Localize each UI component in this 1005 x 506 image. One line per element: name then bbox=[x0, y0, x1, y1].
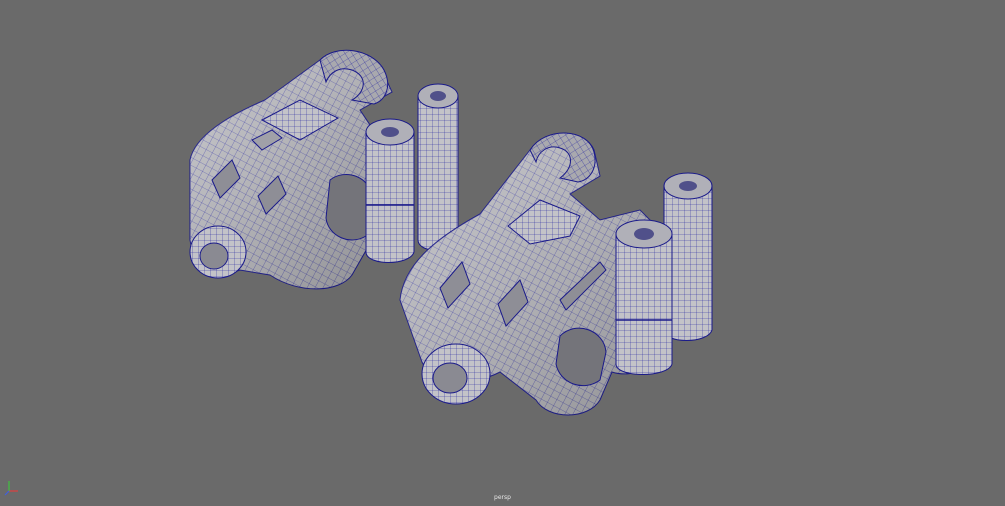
right-cylinder-back-hole bbox=[679, 181, 697, 191]
left-cylinder-front bbox=[365, 131, 415, 263]
left-front-bore bbox=[199, 242, 229, 270]
camera-name-label: persp bbox=[494, 494, 511, 501]
left-clevis-gap bbox=[325, 174, 373, 241]
left-cylinder-back bbox=[417, 95, 459, 251]
right-front-bore bbox=[432, 362, 468, 394]
left-cylinder-front-hole bbox=[381, 127, 399, 137]
right-cylinder-front-hole bbox=[634, 228, 654, 240]
left-cylinder-back-hole bbox=[430, 91, 446, 101]
right-clevis-gap bbox=[555, 327, 607, 387]
perspective-viewport[interactable]: persp bbox=[0, 0, 1005, 506]
right-cylinder-front bbox=[615, 233, 673, 375]
hinge-part-left[interactable] bbox=[189, 49, 459, 290]
